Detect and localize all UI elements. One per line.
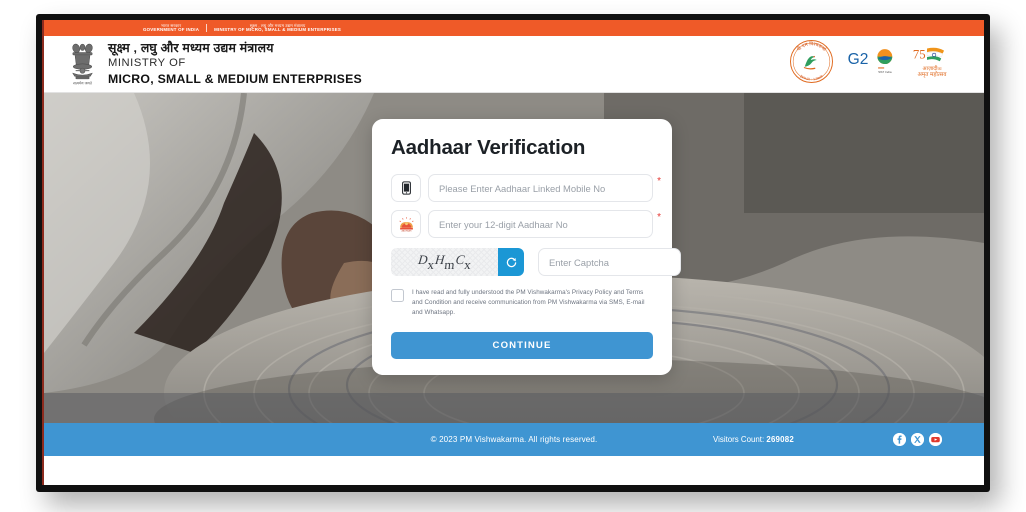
- gov-strip-left-hindi: भारत सरकार: [160, 22, 182, 28]
- visitors-count-label: Visitors Count:: [713, 435, 765, 444]
- emblem-motto-text: सत्यमेव जयते: [73, 80, 93, 85]
- consent-row: I have read and fully understood the PM …: [391, 288, 653, 319]
- svg-text:G2: G2: [848, 51, 869, 68]
- page-title: Aadhaar Verification: [391, 136, 586, 159]
- government-of-india-strip: भारत सरकार GOVERNMENT OF INDIA सूक्ष्म ,…: [44, 20, 984, 36]
- page-footer: © 2023 PM Vishwakarma. All rights reserv…: [44, 423, 984, 456]
- gov-strip-left: भारत सरकार GOVERNMENT OF INDIA: [136, 22, 206, 33]
- gov-strip-right-english: MINISTRY OF MICRO, SMALL & MEDIUM ENTERP…: [214, 26, 342, 32]
- svg-text:भारत India: भारत India: [878, 69, 892, 73]
- visitors-count: Visitors Count: 269082: [713, 435, 794, 444]
- mobile-required-asterisk: *: [657, 176, 661, 187]
- visitors-count-value: 269082: [766, 435, 794, 444]
- facebook-icon[interactable]: [893, 433, 906, 446]
- pm-vishwakarma-logo: पी एम विश्वकर्मा सम्मान · सामर्थ्य: [789, 39, 834, 89]
- svg-text:आज़ादीका: आज़ादीका: [923, 64, 943, 71]
- captcha-image: DxHmCx: [391, 248, 498, 276]
- captcha-refresh-button[interactable]: [498, 248, 524, 276]
- aadhaar-verification-card: Aadhaar Verification *: [372, 119, 681, 375]
- mobile-field-row: *: [391, 174, 661, 202]
- azadi-ka-amrit-mahotsav-logo: 75 आज़ादीका अमृत महोत्सव: [910, 44, 954, 85]
- refresh-icon: [506, 257, 516, 267]
- hero-section: Aadhaar Verification *: [44, 93, 984, 423]
- page-viewport: भारत सरकार GOVERNMENT OF INDIA सूक्ष्म ,…: [42, 20, 984, 485]
- svg-text:AADHAAR: AADHAAR: [401, 229, 411, 231]
- youtube-icon[interactable]: [929, 433, 942, 446]
- browser-window-frame: भारत सरकार GOVERNMENT OF INDIA सूक्ष्म ,…: [36, 14, 990, 492]
- ministry-header: सत्यमेव जयते सूक्ष्म , लघु और मध्यम उद्य…: [44, 36, 984, 93]
- mobile-number-input[interactable]: [428, 174, 653, 202]
- captcha-input[interactable]: [538, 248, 681, 276]
- ministry-of-label: MINISTRY OF: [108, 57, 186, 70]
- captcha-row: DxHmCx: [391, 248, 681, 276]
- consent-checkbox[interactable]: [391, 289, 404, 302]
- header-logo-group: पी एम विश्वकर्मा सम्मान · सामर्थ्य G2 भा…: [789, 39, 968, 89]
- ministry-name-english: MICRO, SMALL & MEDIUM ENTERPRISES: [108, 71, 362, 86]
- aadhaar-logo-icon: AADHAAR: [391, 210, 421, 238]
- gov-strip-right: सूक्ष्म , लघु और मध्यम उद्यम मंत्रालय MI…: [206, 22, 348, 33]
- social-links: [893, 433, 942, 446]
- continue-button[interactable]: CONTINUE: [391, 331, 653, 359]
- mobile-phone-icon: [391, 174, 421, 202]
- x-twitter-icon[interactable]: [911, 433, 924, 446]
- state-emblem-icon: सत्यमेव जयते: [66, 41, 99, 87]
- aadhaar-required-asterisk: *: [657, 212, 661, 223]
- ministry-title-block: सूक्ष्म , लघु और मध्यम उद्यम मंत्रालय MI…: [108, 41, 362, 87]
- svg-text:75: 75: [913, 47, 926, 61]
- footer-copyright: © 2023 PM Vishwakarma. All rights reserv…: [430, 435, 598, 444]
- captcha-code-text: DxHmCx: [417, 252, 472, 272]
- ministry-name-hindi: सूक्ष्म , लघु और मध्यम उद्यम मंत्रालय: [108, 41, 274, 56]
- gov-strip-left-english: GOVERNMENT OF INDIA: [143, 26, 200, 32]
- gov-strip-right-hindi: सूक्ष्म , लघु और मध्यम उद्यम मंत्रालय: [249, 22, 306, 28]
- consent-text: I have read and fully understood the PM …: [412, 289, 645, 317]
- aadhaar-number-input[interactable]: [428, 210, 653, 238]
- g20-logo: G2 भारत India: [847, 45, 897, 84]
- aadhaar-field-row: AADHAAR *: [391, 210, 661, 238]
